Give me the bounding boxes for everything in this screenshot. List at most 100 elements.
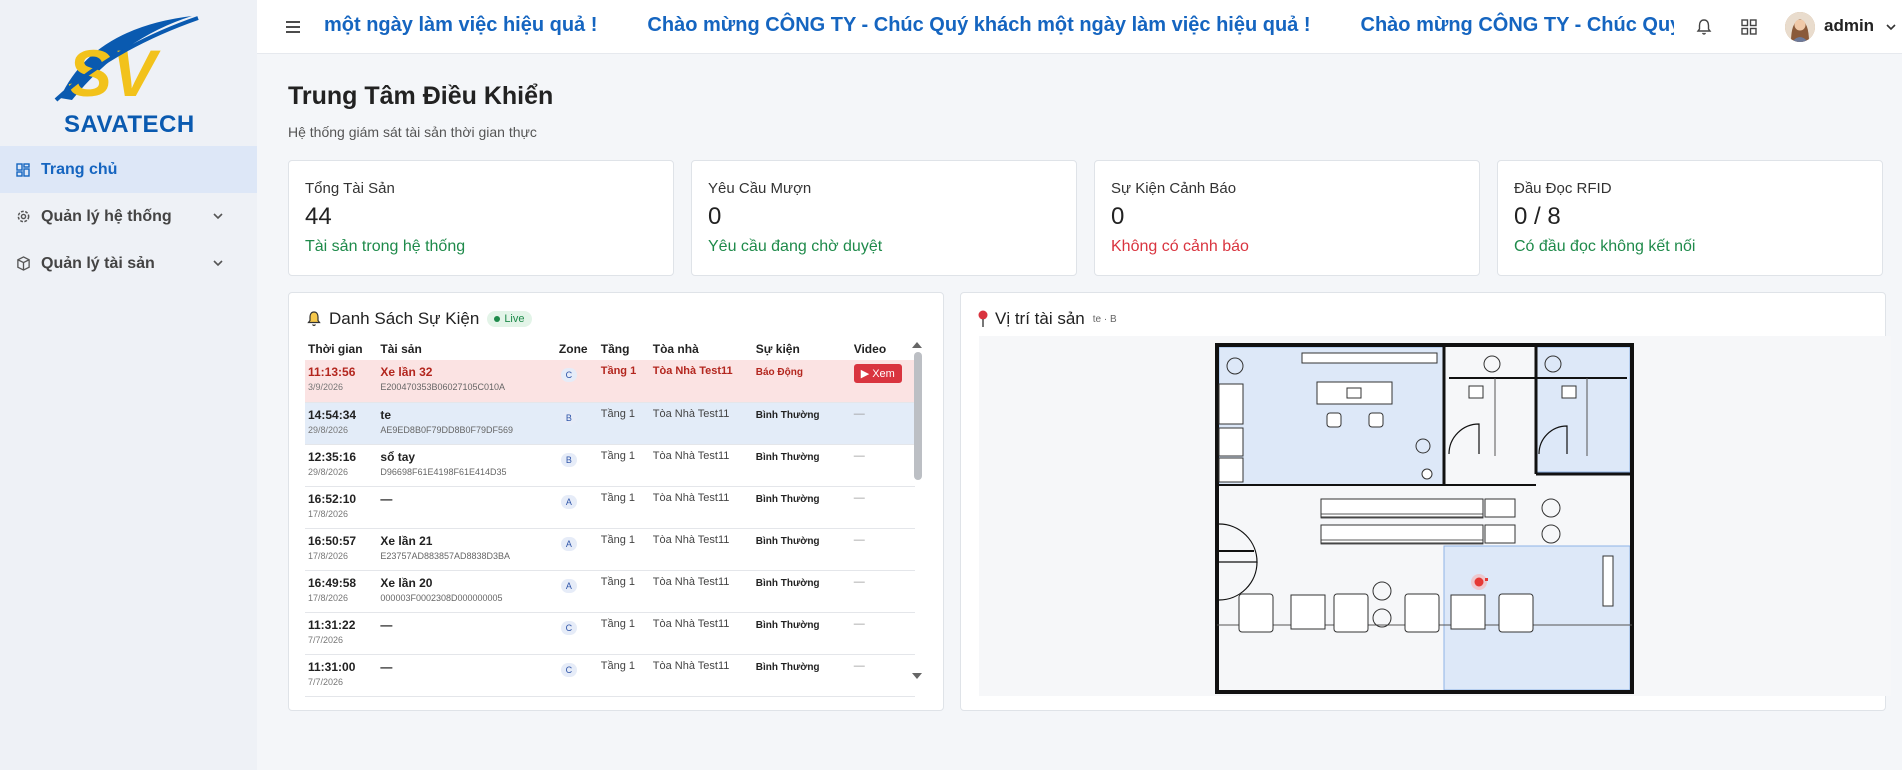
stat-value: 44: [305, 203, 332, 230]
cell-event: Bình Thường: [752, 486, 851, 529]
cell-video: —: [850, 528, 915, 571]
cell-asset: —: [377, 612, 556, 655]
desk: [1316, 381, 1393, 405]
table-row[interactable]: 14:54:34 29/8/2026 te AE9ED8B0F79DD8B0F79D…: [305, 402, 915, 445]
sofa: [1498, 593, 1534, 633]
sidebar-item-asset-management[interactable]: Quản lý tài sản: [0, 240, 257, 287]
cell-zone: A: [555, 528, 598, 571]
dashboard-icon: [15, 162, 31, 178]
top-header: một ngày làm việc hiệu quả ! Chào mừng CÔ…: [257, 0, 1902, 54]
box-icon: [15, 256, 31, 272]
table-row[interactable]: 16:49:58 17/8/2026 Xe lần 20 000003F000230…: [305, 570, 915, 613]
page-subtitle: Hệ thống giám sát tài sản thời gian thực: [288, 124, 537, 140]
avatar[interactable]: [1785, 12, 1815, 42]
event-time: 11:31:00: [308, 659, 356, 674]
cell-building: Tòa Nhà Test11: [649, 528, 753, 571]
event-time: 11:31:22: [308, 617, 356, 632]
event-status: Bình Thường: [755, 661, 820, 673]
floor-plan-map[interactable]: [979, 336, 1891, 696]
floor-text: Tầng 1: [600, 659, 635, 672]
cell-video: —: [850, 654, 915, 697]
zone-badge: C: [560, 662, 577, 677]
asset-name: Xe lần 32: [380, 365, 433, 379]
stat-value: 0: [708, 203, 722, 230]
floor-text: Tầng 1: [600, 533, 635, 546]
building-text: Tòa Nhà Test11: [652, 575, 730, 588]
floor-plan-drawing: [1215, 343, 1634, 694]
asset-name: Xe lần 20: [380, 575, 433, 590]
plant: [1372, 608, 1392, 628]
brand-name: SAVATECH: [64, 111, 195, 138]
alarm-bell-icon: [307, 311, 321, 327]
cell-building: Tòa Nhà Test11: [649, 570, 753, 613]
cell-building: Tòa Nhà Test11: [649, 612, 753, 655]
chevron-down-icon: [213, 260, 223, 267]
sidebar-item-system-management[interactable]: Quản lý hệ thống: [0, 193, 257, 240]
zone-badge: A: [560, 494, 577, 509]
chair: [1368, 412, 1384, 428]
chevron-down-icon[interactable]: [1885, 21, 1897, 33]
cell-building: Tòa Nhà Test11: [649, 402, 753, 445]
floor-text: Tầng 1: [600, 365, 637, 377]
cell-video: —: [850, 570, 915, 613]
sidebar-item-label: Quản lý hệ thống: [41, 207, 172, 225]
zone-badge: C: [560, 620, 577, 635]
event-date: 7/7/2026: [308, 676, 344, 687]
table-row[interactable]: 16:52:10 17/8/2026 — A Tầng 1 Tòa Nhà Tes…: [305, 486, 915, 529]
asset-location-panel: Vị trí tài sản te · B: [960, 292, 1891, 711]
event-date: 7/7/2026: [308, 634, 344, 645]
cell-floor: Tầng 1: [597, 444, 650, 487]
table-row[interactable]: 11:13:56 3/9/2026 Xe lần 32 E200470353B060…: [305, 360, 915, 403]
stat-card-alert-events[interactable]: Sự Kiện Cảnh Báo 0 Không có cảnh báo: [1094, 160, 1480, 276]
event-date: 17/8/2026: [308, 550, 349, 561]
user-name[interactable]: admin: [1824, 16, 1874, 36]
table-row[interactable]: 11:31:22 7/7/2026 — C Tầng 1 Tòa Nhà Test…: [305, 612, 915, 655]
scroll-down-icon[interactable]: [911, 671, 923, 681]
view-video-button[interactable]: ▶ Xem: [853, 364, 902, 383]
stat-card-total-assets[interactable]: Tổng Tài Sản 44 Tài sản trong hệ thống: [288, 160, 674, 276]
scroll-up-icon[interactable]: [911, 340, 923, 350]
event-list-scrollbar[interactable]: [911, 340, 923, 681]
cell-floor: Tầng 1: [597, 402, 650, 445]
workstation: [1484, 524, 1516, 544]
zone-badge: B: [560, 410, 577, 425]
plant: [1372, 581, 1392, 601]
menu-toggle-icon[interactable]: [283, 17, 303, 37]
event-status: Bình Thường: [755, 577, 820, 589]
asset-location-title: Vị trí tài sản te · B: [977, 309, 1117, 329]
brand-logo[interactable]: SV SAVATECH: [0, 0, 257, 140]
marquee-text: Chào mừng CÔNG TY - Chúc Quý khách: [1360, 14, 1674, 36]
user-avatar-icon: [1785, 12, 1815, 42]
apps-grid-icon[interactable]: [1739, 17, 1759, 37]
event-time: 14:54:34: [308, 407, 357, 422]
cabinet: [1218, 427, 1244, 457]
cell-time: 16:49:58 17/8/2026: [305, 570, 378, 613]
stat-card-borrow-requests[interactable]: Yêu Cầu Mượn 0 Yêu cầu đang chờ duyệt: [691, 160, 1077, 276]
stat-card-rfid-readers[interactable]: Đầu Đọc RFID 0 / 8 Có đầu đọc không kết …: [1497, 160, 1883, 276]
marquee-text: Chào mừng CÔNG TY - Chúc Quý khách một n…: [647, 14, 1311, 36]
table: [1290, 594, 1326, 630]
plant: [1483, 355, 1501, 373]
plant: [1541, 498, 1561, 518]
event-time: 16:50:57: [308, 533, 357, 548]
cabinet: [1218, 383, 1244, 425]
floor-text: Tầng 1: [600, 491, 635, 504]
door-arc: [1218, 523, 1258, 563]
cell-building: Tòa Nhà Test11: [649, 444, 753, 487]
stat-value: 0: [1111, 203, 1125, 230]
sidebar-item-home[interactable]: Trang chủ: [0, 146, 257, 193]
table-row[interactable]: 12:35:16 29/8/2026 sổ tay D96698F61E4198F6…: [305, 444, 915, 487]
bell-icon[interactable]: [1694, 17, 1714, 37]
scroll-thumb[interactable]: [914, 352, 922, 480]
no-video: —: [853, 533, 865, 546]
cell-zone: C: [555, 360, 598, 403]
col-event: Sự kiện: [755, 342, 800, 356]
asset-location-marker[interactable]: [1474, 577, 1484, 587]
cell-floor: Tầng 1: [597, 486, 650, 529]
table-row[interactable]: 11:31:00 7/7/2026 — C Tầng 1 Tòa Nhà Test…: [305, 654, 915, 697]
cell-building: Tòa Nhà Test11: [649, 360, 753, 403]
gear-icon: [15, 209, 31, 225]
savatech-logo-icon: SV: [54, 16, 199, 110]
table-row[interactable]: 16:50:57 17/8/2026 Xe lần 21 E23757AD88385…: [305, 528, 915, 571]
cell-zone: C: [555, 612, 598, 655]
